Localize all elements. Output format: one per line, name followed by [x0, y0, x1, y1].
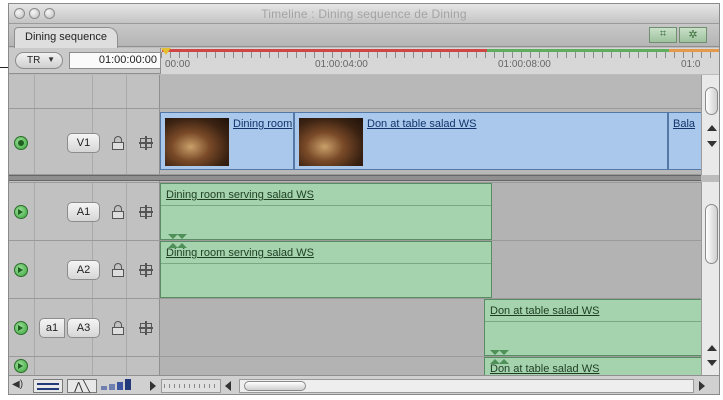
ruler-label: 01:00:04:00: [315, 59, 368, 70]
header-column: [93, 357, 127, 376]
clip-thumbnail: [299, 118, 363, 166]
track-header-a4: [9, 357, 160, 376]
audio-scrollbar[interactable]: [701, 182, 719, 375]
lock-icon[interactable]: [112, 321, 124, 335]
snapping-button[interactable]: ⌗: [649, 27, 677, 43]
video-scroll-thumb[interactable]: [705, 87, 718, 115]
playhead-icon[interactable]: [161, 48, 171, 55]
track-audible-a3[interactable]: [14, 321, 28, 335]
track-height-select[interactable]: TR ▼: [15, 52, 63, 69]
track-lane-a2: Dining room serving salad WS: [160, 241, 701, 299]
lock-icon[interactable]: [112, 263, 124, 277]
source-control-a1[interactable]: a1: [39, 318, 65, 338]
clip-a2[interactable]: Dining room serving salad WS: [160, 241, 492, 298]
track-visibility-v1[interactable]: [14, 136, 28, 150]
current-timecode-field[interactable]: 01:00:00:00: [69, 52, 162, 69]
auto-select-icon[interactable]: [139, 136, 153, 150]
video-empty-lane: [160, 75, 701, 109]
header-column: [35, 75, 93, 108]
track-header-empty: [9, 75, 160, 109]
clip-name: Don at table salad WS: [490, 363, 600, 375]
audio-level-line: [485, 321, 701, 322]
track-header-v1: V1: [9, 109, 160, 175]
clip-a1[interactable]: Dining room serving salad WS: [160, 183, 492, 240]
track-lane-a3: Don at table salad WS: [160, 299, 701, 357]
timeline-bottom-bar: ◀) ⋀╲: [9, 375, 719, 394]
zoom-slider[interactable]: [161, 379, 221, 393]
clip-a4[interactable]: Don at table salad WS: [484, 357, 701, 375]
auto-select-icon[interactable]: [139, 321, 153, 335]
clip-name: Dining room serving salad WS: [166, 247, 314, 259]
title-bar: Timeline : Dining sequence de Dining: [9, 4, 719, 24]
tab-row: Dining sequence ⌗ ✲: [9, 24, 719, 48]
track-height-toggle[interactable]: [33, 379, 63, 393]
ruler-label: 00:00: [165, 59, 191, 70]
scroll-down-arrow-icon[interactable]: [707, 360, 717, 366]
video-audio-divider[interactable]: [9, 175, 701, 181]
timeline-window: Timeline : Dining sequence de Dining Din…: [8, 3, 720, 395]
clip-name: Dining room: [233, 118, 293, 130]
scroll-right-arrow-icon[interactable]: [699, 381, 705, 391]
scroll-left-arrow-icon[interactable]: [225, 381, 231, 391]
clip-v1-3[interactable]: Bala: [668, 112, 701, 170]
track-audible-a2[interactable]: [14, 263, 28, 277]
audio-track-headers: A1 A2 a1 A3: [9, 182, 160, 376]
track-label-a3[interactable]: A3: [67, 318, 100, 338]
track-label-v1[interactable]: V1: [67, 133, 100, 153]
track-audible-a4[interactable]: [14, 359, 28, 373]
time-ruler[interactable]: 00:00 01:00:04:00 01:00:08:00 01:0: [160, 48, 719, 74]
lock-icon[interactable]: [112, 205, 124, 219]
track-audible-a1[interactable]: [14, 205, 28, 219]
audio-level-line: [161, 263, 491, 264]
clip-name: Don at table salad WS: [367, 118, 477, 130]
audio-level-line: [161, 205, 491, 206]
header-column: [35, 357, 93, 376]
window-title: Timeline : Dining sequence de Dining: [261, 7, 467, 21]
scroll-down-arrow-icon[interactable]: [707, 141, 717, 147]
track-lane-v1: Dining room Don at table salad WS Bala: [160, 109, 701, 175]
header-column: [93, 75, 127, 108]
clip-v1-1[interactable]: Dining room: [160, 112, 294, 170]
linking-icon: ✲: [688, 29, 698, 41]
timecode-row: TR ▼ 01:00:00:00 00:00 01:00:04:00 01:00…: [9, 48, 719, 74]
horizontal-scrollbar[interactable]: [239, 379, 694, 393]
clip-thumbnail: [165, 118, 229, 166]
track-header-a1: A1: [9, 183, 160, 241]
auto-select-icon[interactable]: [139, 263, 153, 277]
lock-icon[interactable]: [112, 136, 124, 150]
ruler-label: 01:0: [681, 59, 701, 70]
scroll-up-arrow-icon[interactable]: [707, 125, 717, 131]
track-lane-a4: Don at table salad WS: [160, 357, 701, 375]
ruler-label: 01:00:08:00: [498, 59, 551, 70]
track-label-a1[interactable]: A1: [67, 202, 100, 222]
linking-button[interactable]: ✲: [679, 27, 707, 43]
audio-controls-icon[interactable]: ◀): [12, 379, 23, 393]
clip-v1-2[interactable]: Don at table salad WS: [294, 112, 668, 170]
track-lane-a1: Dining room serving salad WS: [160, 183, 701, 241]
keyframe-marker-icon: [499, 350, 509, 355]
clip-a3[interactable]: Don at table salad WS: [484, 299, 701, 356]
scroll-up-arrow-icon[interactable]: [707, 345, 717, 351]
clip-name: Bala: [673, 118, 696, 130]
keyframe-marker-icon: [177, 234, 187, 239]
track-layout-selector[interactable]: [101, 379, 147, 393]
chevron-down-icon: ▼: [47, 55, 55, 64]
clip-overlays-toggle[interactable]: ⋀╲: [67, 379, 97, 393]
track-size-arrow-icon[interactable]: [150, 381, 156, 391]
video-scrollbar[interactable]: [701, 75, 719, 175]
clip-name: Don at table salad WS: [490, 305, 600, 317]
track-header-a3: a1 A3: [9, 299, 160, 357]
audio-scroll-thumb[interactable]: [705, 204, 718, 264]
track-label-a2[interactable]: A2: [67, 260, 100, 280]
header-column: [9, 75, 35, 108]
clip-name: Dining room serving salad WS: [166, 189, 314, 201]
track-height-label: TR: [27, 55, 41, 66]
ruler-ticks: [161, 52, 719, 58]
snapping-icon: ⌗: [659, 28, 667, 40]
track-header-a2: A2: [9, 241, 160, 299]
tab-sequence[interactable]: Dining sequence: [14, 27, 118, 48]
auto-select-icon[interactable]: [139, 205, 153, 219]
audio-track-area: Dining room serving salad WS Dining room…: [160, 182, 701, 375]
horizontal-scroll-thumb[interactable]: [244, 381, 306, 391]
